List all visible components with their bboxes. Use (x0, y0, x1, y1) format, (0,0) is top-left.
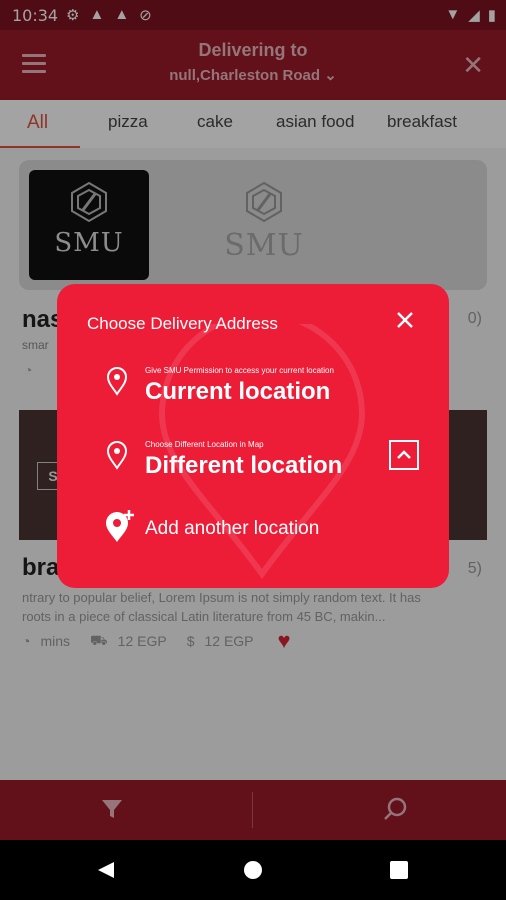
add-location-icon (106, 510, 134, 542)
option-label: Current location (145, 378, 331, 405)
location-pin-icon (106, 367, 128, 396)
recents-icon[interactable] (390, 861, 408, 879)
option-hint: Choose Different Location in Map (145, 440, 264, 449)
option-label: Different location (145, 452, 343, 479)
location-pin-icon (106, 441, 128, 470)
option-hint: Give SMU Permission to access your curre… (145, 366, 334, 375)
home-icon[interactable] (243, 860, 263, 880)
close-icon[interactable] (395, 310, 415, 330)
delivery-address-dialog: Choose Delivery Address Give SMU Permiss… (57, 284, 449, 588)
option-label: Add another location (145, 518, 320, 539)
expand-chevron-up-icon[interactable] (389, 440, 419, 470)
system-nav-bar (0, 840, 506, 900)
back-icon[interactable] (96, 860, 116, 880)
dialog-title: Choose Delivery Address (87, 314, 278, 333)
